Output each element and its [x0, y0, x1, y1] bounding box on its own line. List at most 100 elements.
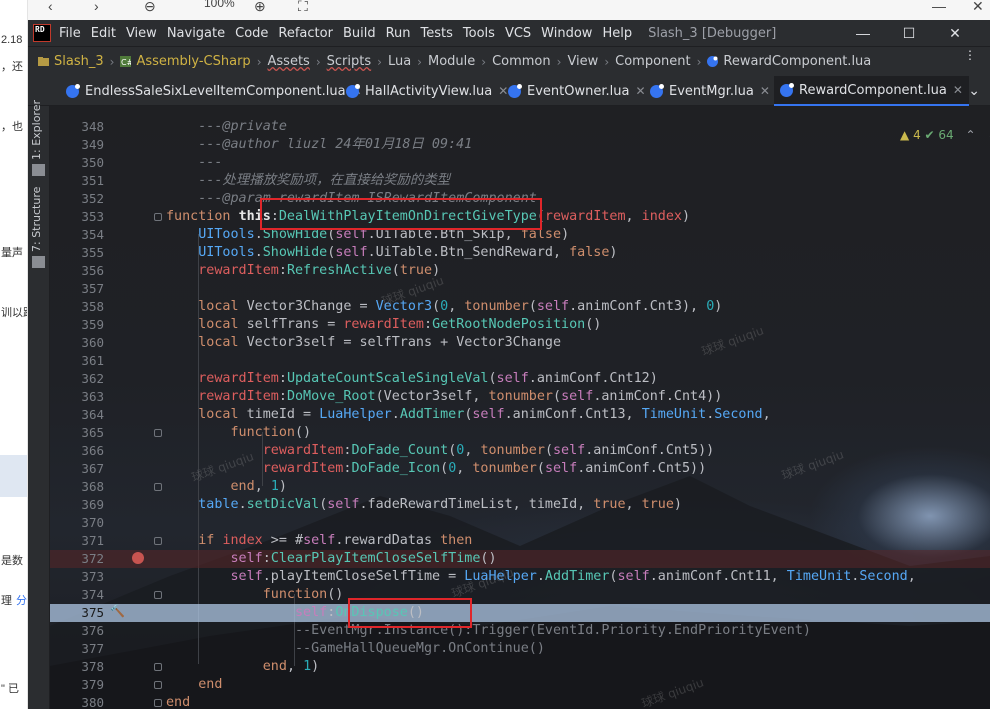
code-text[interactable]: rewardItem:UpdateCountScaleSingleVal(sel… [166, 370, 658, 388]
line-number[interactable]: 357 [50, 280, 104, 298]
code-line[interactable]: 357 [50, 280, 990, 298]
code-line[interactable]: 379 end [50, 676, 990, 694]
line-number[interactable]: 363 [50, 388, 104, 406]
code-line[interactable]: 377 --GameHallQueueMgr.OnContinue() [50, 640, 990, 658]
menu-tools[interactable]: Tools [463, 26, 495, 41]
line-number[interactable]: 380 [50, 694, 104, 709]
code-line[interactable]: 359 local selfTrans = rewardItem:GetRoot… [50, 316, 990, 334]
code-text[interactable]: UITools.ShowHide(self.UiTable.Btn_SendRe… [166, 244, 617, 262]
fold-icon[interactable] [154, 213, 162, 221]
code-line[interactable]: 358 local Vector3Change = Vector3(0, ton… [50, 298, 990, 316]
line-number[interactable]: 355 [50, 244, 104, 262]
line-number[interactable]: 349 [50, 136, 104, 154]
menu-refactor[interactable]: Refactor [278, 26, 333, 41]
code-text[interactable]: end [166, 694, 190, 709]
code-line[interactable]: 360 local Vector3self = selfTrans + Vect… [50, 334, 990, 352]
window-minimize-icon[interactable]: — [840, 20, 886, 46]
fold-icon[interactable] [154, 537, 162, 545]
line-number[interactable]: 359 [50, 316, 104, 334]
menu-run[interactable]: Run [386, 26, 411, 41]
menu-code[interactable]: Code [235, 26, 268, 41]
line-number[interactable]: 369 [50, 496, 104, 514]
code-line[interactable]: 370 [50, 514, 990, 532]
code-text[interactable]: end, 1) [166, 658, 319, 676]
tab-endless-sale[interactable]: EndlessSaleSixLevelItemComponent.lua ✕ [66, 76, 362, 106]
code-line[interactable]: 371 if index >= #self.rewardDatas then [50, 532, 990, 550]
breadcrumb-project[interactable]: Assembly-CSharp [136, 54, 250, 69]
tab-event-owner[interactable]: EventOwner.lua ✕ [508, 76, 646, 106]
code-text[interactable]: local Vector3Change = Vector3(0, tonumbe… [166, 298, 722, 316]
code-line[interactable]: 362 rewardItem:UpdateCountScaleSingleVal… [50, 370, 990, 388]
menu-file[interactable]: File [59, 26, 81, 41]
code-text[interactable]: end [166, 676, 222, 694]
code-line[interactable]: 351 ---处理播放奖励项，在直接给奖励的类型 [50, 172, 990, 190]
code-text[interactable]: ---@private [166, 118, 287, 136]
line-number[interactable]: 350 [50, 154, 104, 172]
code-text[interactable]: local Vector3self = selfTrans + Vector3C… [166, 334, 561, 352]
code-line[interactable]: 373 self.playItemCloseSelfTime = LuaHelp… [50, 568, 990, 586]
line-number[interactable]: 378 [50, 658, 104, 676]
code-text[interactable]: --GameHallQueueMgr.OnContinue() [166, 640, 545, 658]
window-maximize-icon[interactable]: ☐ [886, 20, 932, 46]
fold-icon[interactable] [154, 429, 162, 437]
code-text[interactable]: --EventMgr.Instance():Trigger(EventId.Pr… [166, 622, 811, 640]
code-text[interactable]: rewardItem:DoMove_Root(Vector3self, tonu… [166, 388, 722, 406]
tab-close-icon[interactable]: ✕ [635, 84, 645, 98]
code-text[interactable]: local timeId = LuaHelper.AddTimer(self.a… [166, 406, 770, 424]
breadcrumb-lua[interactable]: Lua [388, 54, 411, 69]
code-text[interactable]: function() [166, 424, 312, 442]
tab-event-mgr[interactable]: EventMgr.lua ✕ [650, 76, 770, 106]
line-number[interactable]: 367 [50, 460, 104, 478]
menu-build[interactable]: Build [343, 26, 376, 41]
tool-window-structure[interactable]: 7: Structure [30, 187, 43, 252]
code-text[interactable]: self.playItemCloseSelfTime = LuaHelper.A… [166, 568, 916, 586]
code-line[interactable]: 365 function() [50, 424, 990, 442]
line-number[interactable]: 374 [50, 586, 104, 604]
code-text[interactable]: local selfTrans = rewardItem:GetRootNode… [166, 316, 601, 334]
code-text[interactable]: end, 1) [166, 478, 287, 496]
code-line[interactable]: 369 table.setDicVal(self.fadeRewardTimeL… [50, 496, 990, 514]
line-number[interactable]: 376 [50, 622, 104, 640]
code-text[interactable]: function() [166, 586, 344, 604]
back-icon[interactable]: ‹ [48, 0, 53, 14]
code-line[interactable]: 376 --EventMgr.Instance():Trigger(EventI… [50, 622, 990, 640]
tool-window-explorer[interactable]: 1: Explorer [30, 100, 43, 160]
line-number[interactable]: 375 [50, 604, 104, 622]
code-line[interactable]: 375 self:OnDispose() [50, 604, 990, 622]
line-number[interactable]: 370 [50, 514, 104, 532]
menu-tests[interactable]: Tests [421, 26, 453, 41]
code-line[interactable]: 366 rewardItem:DoFade_Count(0, tonumber(… [50, 442, 990, 460]
code-line[interactable]: 349 ---@author liuzl 24年01月18日 09:41 [50, 136, 990, 154]
line-number[interactable]: 356 [50, 262, 104, 280]
breadcrumb-component[interactable]: Component [615, 54, 690, 69]
menu-vcs[interactable]: VCS [505, 26, 531, 41]
fold-icon[interactable] [154, 699, 162, 707]
code-line[interactable]: 356 rewardItem:RefreshActive(true) [50, 262, 990, 280]
code-text[interactable]: table.setDicVal(self.fadeRewardTimeList,… [166, 496, 682, 514]
code-text[interactable]: if index >= #self.rewardDatas then [166, 532, 472, 550]
fold-icon[interactable] [154, 663, 162, 671]
chevron-down-icon[interactable]: ⌄ [968, 82, 980, 99]
window-close-icon[interactable]: ✕ [932, 20, 978, 46]
line-number[interactable]: 365 [50, 424, 104, 442]
code-line[interactable]: 378 end, 1) [50, 658, 990, 676]
tab-reward-component[interactable]: RewardComponent.lua ✕ [774, 76, 969, 106]
code-line[interactable]: 380 end [50, 694, 990, 709]
fold-icon[interactable] [154, 591, 162, 599]
forward-icon[interactable]: › [94, 0, 99, 14]
code-line[interactable]: 372 self:ClearPlayItemCloseSelfTime() [50, 550, 990, 568]
line-number[interactable]: 371 [50, 532, 104, 550]
explorer-icon[interactable] [32, 164, 45, 176]
code-line[interactable]: 361 [50, 352, 990, 370]
line-number[interactable]: 362 [50, 370, 104, 388]
code-line[interactable]: 374 function() [50, 586, 990, 604]
tab-close-icon[interactable]: ✕ [760, 84, 770, 98]
line-number[interactable]: 368 [50, 478, 104, 496]
line-number[interactable]: 348 [50, 118, 104, 136]
breadcrumb-module[interactable]: Module [428, 54, 475, 69]
line-number[interactable]: 366 [50, 442, 104, 460]
code-line[interactable]: 363 rewardItem:DoMove_Root(Vector3self, … [50, 388, 990, 406]
close-icon[interactable]: ✕ [972, 0, 984, 15]
inspection-widget[interactable]: ▲ 4 ✔ 64 ⌃ ⌄ [900, 128, 990, 142]
line-number[interactable]: 361 [50, 352, 104, 370]
